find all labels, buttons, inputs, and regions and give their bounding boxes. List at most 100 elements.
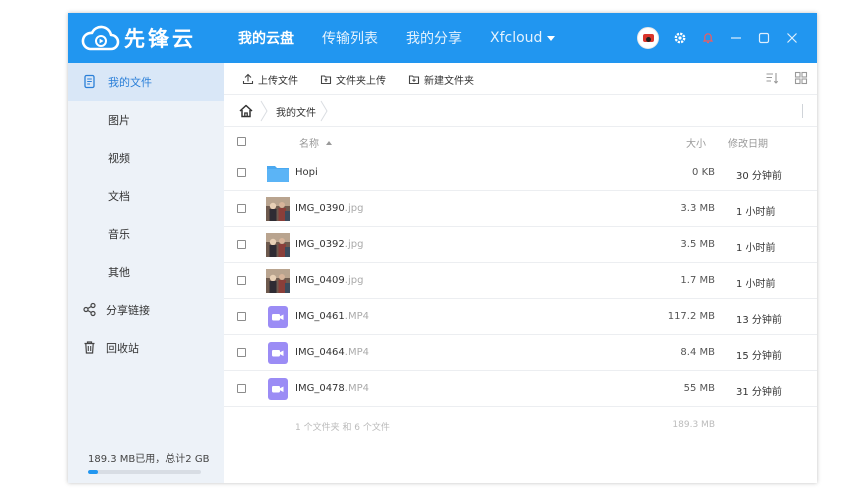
breadcrumb-current[interactable]: 我的文件	[276, 104, 316, 119]
cloud-logo-icon	[81, 25, 120, 51]
table-row[interactable]: IMG_0464.MP4 8.4 MB 15 分钟前	[224, 335, 817, 371]
row-checkbox[interactable]	[237, 240, 246, 249]
file-modified-date: 1 小时前	[736, 279, 776, 290]
sidebar-item-label: 回收站	[106, 342, 139, 355]
table-row[interactable]: IMG_0409.jpg 1.7 MB 1 小时前	[224, 263, 817, 299]
avatar[interactable]	[637, 27, 659, 49]
table-row[interactable]: IMG_0392.jpg 3.5 MB 1 小时前	[224, 227, 817, 263]
row-checkbox[interactable]	[237, 276, 246, 285]
file-name[interactable]: Hopi	[295, 167, 318, 178]
image-thumbnail-icon	[266, 233, 290, 257]
nav-xfcloud-dropdown[interactable]: Xfcloud	[490, 30, 556, 46]
file-name[interactable]: IMG_0409.jpg	[295, 275, 363, 286]
minimize-icon[interactable]	[729, 31, 743, 45]
main-panel: 上传文件 文件夹上传 新建文件夹 我的文件 名称 大小 修改日期 Hopi 0 …	[224, 63, 817, 483]
sidebar-item-label: 其他	[108, 266, 130, 279]
breadcrumb-separator-icon	[320, 100, 328, 122]
grid-view-icon[interactable]	[794, 71, 808, 85]
nav-label: 我的云盘	[238, 31, 294, 47]
sidebar-item-videos[interactable]: 视频	[68, 139, 224, 177]
sidebar-item-label: 音乐	[108, 228, 130, 241]
sidebar-item-music[interactable]: 音乐	[68, 215, 224, 253]
file-name[interactable]: IMG_0392.jpg	[295, 239, 363, 250]
file-size: 117.2 MB	[667, 311, 715, 322]
sidebar-item-label: 视频	[108, 152, 130, 165]
gear-icon[interactable]	[673, 31, 687, 45]
file-size: 1.7 MB	[680, 275, 715, 286]
column-header-size[interactable]: 大小	[686, 135, 706, 150]
image-thumbnail-icon	[266, 269, 290, 293]
row-checkbox[interactable]	[237, 312, 246, 321]
file-basename: IMG_0390	[295, 203, 345, 214]
column-name-label: 名称	[299, 139, 319, 150]
column-header-date[interactable]: 修改日期	[728, 135, 768, 150]
file-basename: IMG_0478	[295, 383, 345, 394]
sort-icon[interactable]	[765, 71, 779, 85]
bell-icon[interactable]	[701, 31, 715, 45]
sidebar-item-recycle-bin[interactable]: 回收站	[68, 329, 224, 367]
column-header-name[interactable]: 名称	[299, 135, 332, 150]
file-size: 55 MB	[683, 383, 715, 394]
nav-my-cloud[interactable]: 我的云盘	[238, 28, 294, 48]
table-row[interactable]: Hopi 0 KB 30 分钟前	[224, 155, 817, 191]
summary-size: 189.3 MB	[672, 420, 715, 430]
sidebar-item-share-links[interactable]: 分享链接	[68, 291, 224, 329]
file-modified-date: 13 分钟前	[736, 315, 782, 326]
file-modified-date: 30 分钟前	[736, 171, 782, 182]
new-folder-icon	[408, 75, 420, 85]
row-checkbox[interactable]	[237, 204, 246, 213]
nav-transfer-list[interactable]: 传输列表	[322, 28, 378, 48]
nav-my-share[interactable]: 我的分享	[406, 28, 462, 48]
file-basename: IMG_0464	[295, 347, 345, 358]
maximize-icon[interactable]	[757, 31, 771, 45]
nav-label: 我的分享	[406, 31, 462, 47]
brand-logo: 先锋云	[80, 22, 196, 54]
upload-icon	[242, 73, 254, 85]
new-folder-label: 新建文件夹	[424, 75, 474, 87]
sidebar-item-label: 我的文件	[108, 76, 152, 89]
file-extension: .jpg	[344, 239, 364, 250]
file-modified-date: 15 分钟前	[736, 351, 782, 362]
video-file-icon	[268, 378, 288, 400]
image-thumbnail-icon	[266, 197, 290, 221]
close-icon[interactable]	[785, 31, 799, 45]
row-checkbox[interactable]	[237, 384, 246, 393]
storage-usage-bar	[88, 470, 201, 474]
file-icon	[84, 74, 95, 89]
table-header: 名称 大小 修改日期	[224, 127, 817, 155]
file-size: 3.5 MB	[680, 239, 715, 250]
file-name[interactable]: IMG_0478.MP4	[295, 383, 369, 394]
file-size: 8.4 MB	[680, 347, 715, 358]
upload-folder-button[interactable]: 文件夹上传	[320, 71, 386, 87]
new-folder-button[interactable]: 新建文件夹	[408, 71, 474, 87]
file-basename: IMG_0392	[295, 239, 345, 250]
row-checkbox[interactable]	[237, 348, 246, 357]
table-row[interactable]: IMG_0461.MP4 117.2 MB 13 分钟前	[224, 299, 817, 335]
video-file-icon	[268, 342, 288, 364]
file-extension: .MP4	[344, 383, 369, 394]
folder-upload-icon	[320, 75, 332, 85]
home-icon[interactable]	[238, 103, 254, 119]
sidebar-item-images[interactable]: 图片	[68, 101, 224, 139]
sidebar-item-other[interactable]: 其他	[68, 253, 224, 291]
sidebar-item-documents[interactable]: 文档	[68, 177, 224, 215]
brand-name: 先锋云	[124, 27, 196, 51]
table-row[interactable]: IMG_0390.jpg 3.3 MB 1 小时前	[224, 191, 817, 227]
select-all-checkbox[interactable]	[237, 137, 246, 146]
upload-folder-label: 文件夹上传	[336, 75, 386, 87]
file-extension: .MP4	[344, 311, 369, 322]
upload-file-button[interactable]: 上传文件	[242, 71, 298, 87]
folder-icon	[267, 166, 289, 182]
row-checkbox[interactable]	[237, 168, 246, 177]
storage-usage-text: 189.3 MB已用，总计2 GB	[88, 454, 210, 465]
video-file-icon	[268, 306, 288, 328]
summary-count: 1 个文件夹 和 6 个文件	[295, 423, 390, 433]
file-name[interactable]: IMG_0461.MP4	[295, 311, 369, 322]
window-controls	[637, 13, 813, 63]
breadcrumb-separator-icon	[260, 100, 268, 122]
file-name[interactable]: IMG_0390.jpg	[295, 203, 363, 214]
toolbar: 上传文件 文件夹上传 新建文件夹	[224, 63, 817, 95]
table-row[interactable]: IMG_0478.MP4 55 MB 31 分钟前	[224, 371, 817, 407]
file-name[interactable]: IMG_0464.MP4	[295, 347, 369, 358]
sidebar-item-my-files[interactable]: 我的文件	[68, 63, 224, 101]
